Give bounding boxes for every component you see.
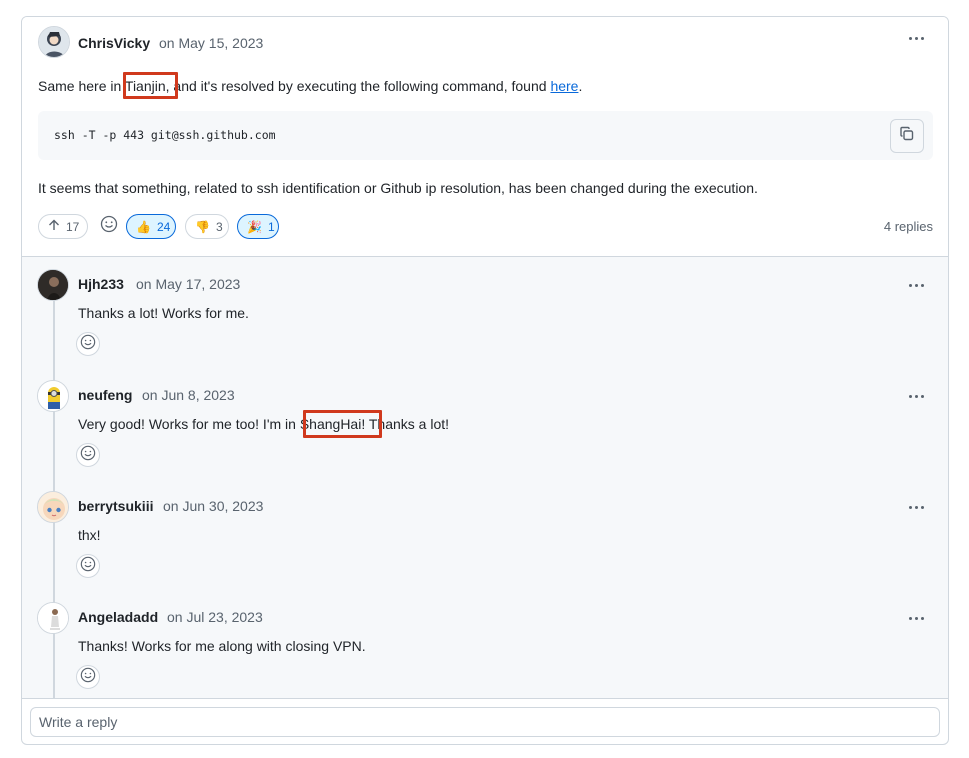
reply-input[interactable]: Write a reply: [30, 707, 940, 737]
add-reaction-button[interactable]: [76, 443, 100, 467]
comment-date[interactable]: on May 15, 2023: [159, 35, 263, 51]
reply-author[interactable]: berrytsukiii: [78, 498, 153, 514]
avatar[interactable]: [37, 491, 69, 523]
reply-options-icon[interactable]: [904, 610, 928, 626]
discussion-comment-card: ChrisVicky on May 15, 2023 Same here in …: [21, 16, 949, 745]
add-reaction-button[interactable]: [76, 554, 100, 578]
add-reaction-button[interactable]: [76, 332, 100, 356]
avatar[interactable]: [38, 26, 70, 58]
reply-options-icon[interactable]: [904, 388, 928, 404]
reply-item: Hjh233 on May 17, 2023 Thanks a lot! Wor…: [22, 257, 948, 368]
comment-options-icon[interactable]: [904, 30, 928, 46]
copy-icon: [899, 126, 915, 147]
code-block: ssh -T -p 443 git@ssh.github.com: [38, 111, 933, 160]
reaction-tada[interactable]: 🎉 1: [237, 214, 279, 239]
copy-button[interactable]: [890, 119, 924, 153]
reaction-thumbs-down[interactable]: 👎 3: [185, 214, 229, 239]
highlight-box-shanghai: [303, 410, 382, 438]
reply-body: thx!: [78, 527, 101, 543]
reply-body: Thanks a lot! Works for me.: [78, 305, 249, 321]
arrow-up-icon: [48, 219, 60, 234]
reaction-thumbs-up[interactable]: 👍 24: [126, 214, 176, 239]
avatar[interactable]: [37, 380, 69, 412]
smiley-icon: [80, 334, 96, 355]
main-comment: ChrisVicky on May 15, 2023 Same here in …: [22, 17, 948, 256]
avatar[interactable]: [37, 602, 69, 634]
comment-followup: It seems that something, related to ssh …: [38, 180, 758, 196]
add-reaction-button[interactable]: [97, 214, 121, 238]
smiley-icon: [80, 556, 96, 577]
replies-thread: Hjh233 on May 17, 2023 Thanks a lot! Wor…: [22, 256, 948, 701]
reply-author[interactable]: neufeng: [78, 387, 132, 403]
reply-count: 4 replies: [883, 219, 933, 234]
comment-author[interactable]: ChrisVicky: [78, 35, 150, 51]
smiley-icon: [80, 445, 96, 466]
reply-options-icon[interactable]: [904, 277, 928, 293]
code-text: ssh -T -p 443 git@ssh.github.com: [54, 128, 276, 142]
reply-date[interactable]: on May 17, 2023: [136, 276, 240, 292]
smiley-icon: [80, 667, 96, 688]
upvote-count: 17: [66, 219, 80, 234]
avatar[interactable]: [37, 269, 69, 301]
reply-options-icon[interactable]: [904, 499, 928, 515]
add-reaction-button[interactable]: [76, 665, 100, 689]
comment-body: Same here in Tianjin, and it's resolved …: [38, 78, 583, 94]
reply-date[interactable]: on Jun 30, 2023: [163, 498, 263, 514]
highlight-box-tianjin: [123, 72, 178, 99]
reply-body: Very good! Works for me too! I'm in Shan…: [78, 416, 450, 432]
reply-date[interactable]: on Jun 8, 2023: [142, 387, 235, 403]
reply-date[interactable]: on Jul 23, 2023: [167, 609, 263, 625]
reply-body: Thanks! Works for me along with closing …: [78, 638, 366, 654]
reply-item: berrytsukiii on Jun 30, 2023 thx!: [22, 479, 948, 590]
smiley-icon: [100, 215, 118, 238]
upvote-button[interactable]: 17: [38, 214, 88, 239]
divider: [22, 698, 948, 699]
reply-author[interactable]: Angeladadd: [78, 609, 158, 625]
here-link[interactable]: here: [550, 78, 578, 94]
reply-author[interactable]: Hjh233: [78, 276, 124, 292]
reply-item: Angeladadd on Jul 23, 2023 Thanks! Works…: [22, 590, 948, 701]
reply-item: neufeng on Jun 8, 2023 Very good! Works …: [22, 368, 948, 479]
